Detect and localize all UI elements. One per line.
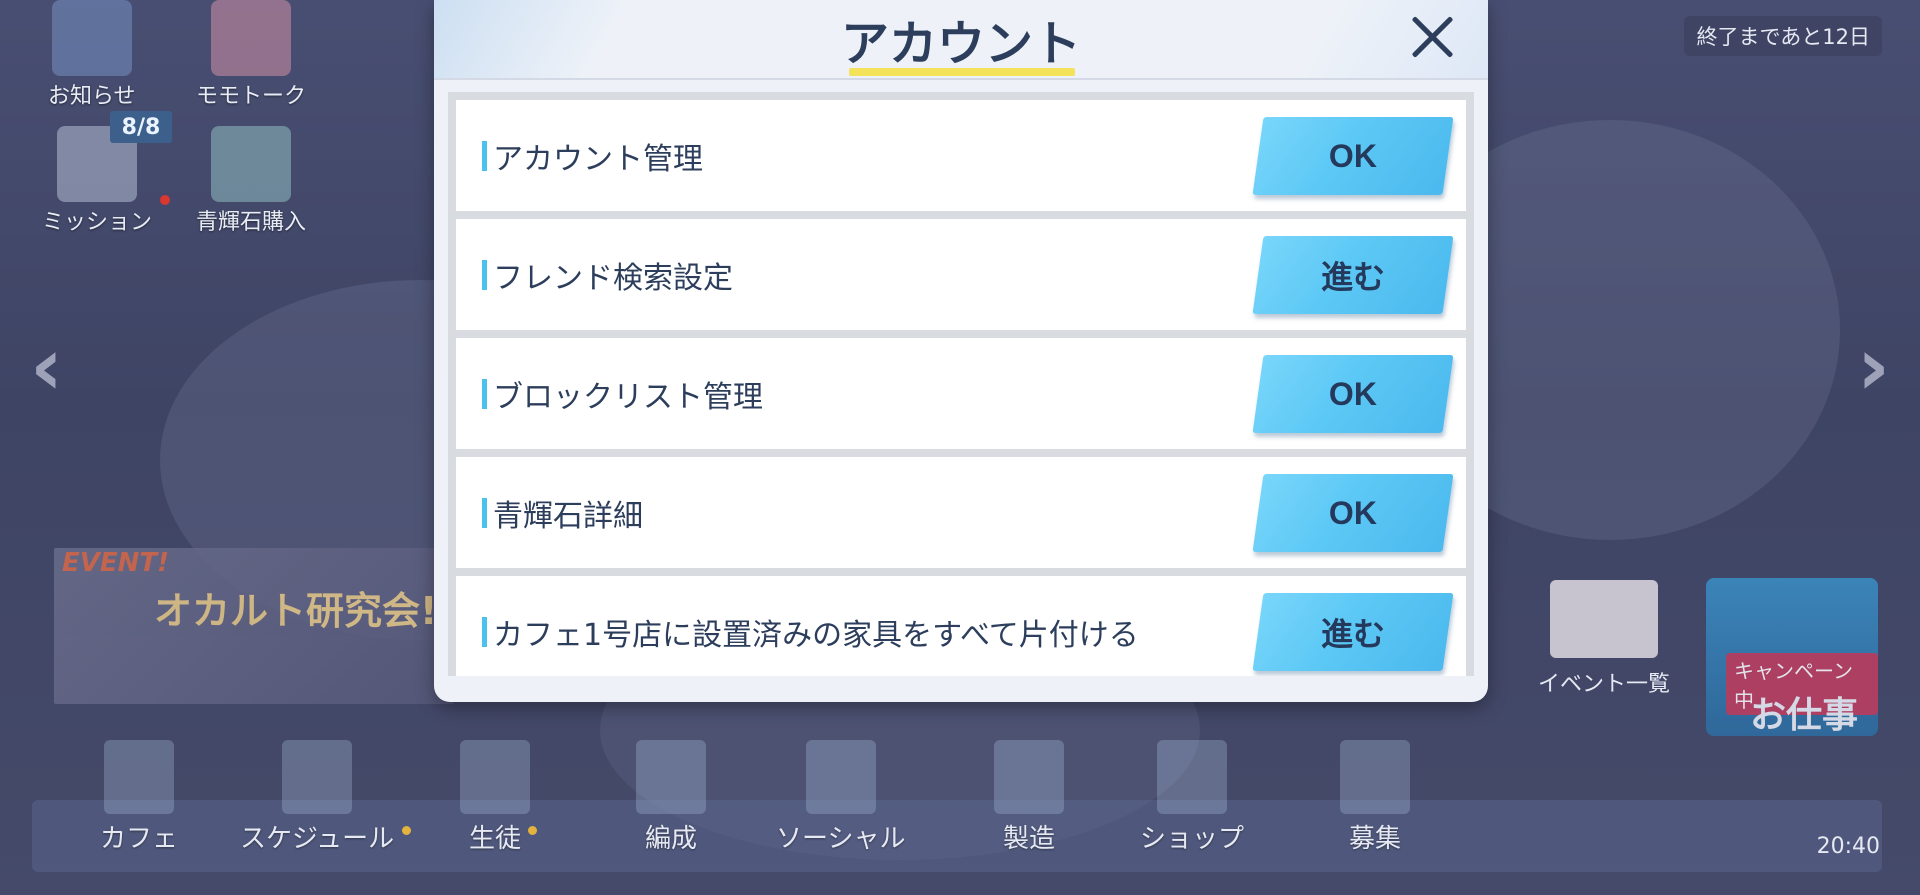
students-notification-dot bbox=[528, 826, 537, 835]
nav-students[interactable]: 生徒 bbox=[460, 740, 530, 855]
event-logo: オカルト研究会! bbox=[154, 589, 438, 633]
row-label-friend-search: フレンド検索設定 bbox=[493, 260, 733, 296]
notice-label: お知らせ bbox=[48, 84, 136, 109]
list-item: フレンド検索設定 進む bbox=[456, 219, 1466, 330]
pyroxene-purchase-button[interactable]: 青輝石購入 bbox=[196, 126, 306, 236]
crafting-icon bbox=[994, 740, 1064, 814]
cafe-cup-icon bbox=[104, 740, 174, 814]
pyroxene-details-button[interactable]: OK bbox=[1252, 473, 1454, 552]
title-underline bbox=[849, 68, 1075, 76]
nav-label: 生徒 bbox=[468, 824, 521, 854]
list-item: カフェ1号店に設置済みの家具をすべて片付ける 進む bbox=[456, 576, 1466, 676]
nav-cafe[interactable]: カフェ bbox=[100, 740, 178, 855]
dialog-header: アカウント bbox=[434, 0, 1488, 80]
nav-label: 募集 bbox=[1348, 824, 1401, 854]
work-button[interactable]: キャンペーン中 お仕事 bbox=[1706, 578, 1878, 736]
row-label-clear-cafe-furniture: カフェ1号店に設置済みの家具をすべて片付ける bbox=[493, 617, 1139, 653]
mission-label: ミッション bbox=[42, 210, 153, 235]
momotalk-button[interactable]: モモトーク bbox=[196, 0, 306, 110]
account-dialog: アカウント アカウント管理 OK フレンド検索設定 進む ブロックリスト管理 O… bbox=[434, 0, 1488, 702]
mission-count-badge: 8/8 bbox=[110, 111, 172, 143]
notice-button[interactable]: お知らせ bbox=[48, 0, 136, 110]
momotalk-icon bbox=[211, 0, 291, 76]
momotalk-label: モモトーク bbox=[196, 84, 307, 109]
list-item: アカウント管理 OK bbox=[456, 100, 1466, 211]
nav-label: カフェ bbox=[100, 824, 179, 854]
formation-board-icon bbox=[636, 740, 706, 814]
shop-icon bbox=[1157, 740, 1227, 814]
nav-shop[interactable]: ショップ bbox=[1140, 740, 1244, 855]
right-arrow-icon[interactable]: › bbox=[1857, 320, 1890, 413]
nav-label: 製造 bbox=[1002, 824, 1055, 854]
mission-notification-dot bbox=[160, 195, 170, 205]
nav-social[interactable]: ソーシャル bbox=[776, 740, 905, 855]
megaphone-icon bbox=[51, 0, 132, 76]
clock: 20:40 bbox=[1816, 834, 1880, 859]
nav-label: 編成 bbox=[644, 824, 697, 854]
blocklist-management-button[interactable]: OK bbox=[1252, 354, 1454, 433]
nav-label: ソーシャル bbox=[776, 824, 906, 854]
event-list-button[interactable]: イベント一覧 bbox=[1530, 580, 1678, 698]
account-options-list: アカウント管理 OK フレンド検索設定 進む ブロックリスト管理 OK 青輝石詳… bbox=[448, 92, 1474, 676]
event-banner[interactable]: EVENT! オカルト研究会! bbox=[54, 548, 454, 704]
nav-crafting[interactable]: 製造 bbox=[994, 740, 1064, 855]
nav-label: ショップ bbox=[1140, 824, 1245, 854]
list-item: 青輝石詳細 OK bbox=[456, 457, 1466, 568]
nav-formation[interactable]: 編成 bbox=[636, 740, 706, 855]
event-list-label: イベント一覧 bbox=[1537, 672, 1670, 697]
nav-label: スケジュール bbox=[240, 824, 395, 854]
list-item: ブロックリスト管理 OK bbox=[456, 338, 1466, 449]
dialog-title: アカウント bbox=[840, 16, 1081, 72]
account-management-button[interactable]: OK bbox=[1252, 116, 1454, 195]
row-label-account-management: アカウント管理 bbox=[493, 141, 703, 177]
clear-cafe-furniture-button[interactable]: 進む bbox=[1252, 592, 1454, 671]
friend-search-settings-button[interactable]: 進む bbox=[1252, 235, 1454, 314]
work-label: お仕事 bbox=[1750, 695, 1859, 736]
social-chat-icon bbox=[805, 740, 876, 814]
row-label-pyroxene-details: 青輝石詳細 bbox=[493, 498, 643, 534]
pyroxene-bag-icon bbox=[211, 126, 291, 202]
student-file-icon bbox=[460, 740, 530, 814]
nav-schedule[interactable]: スケジュール bbox=[240, 740, 394, 855]
schedule-building-icon bbox=[282, 740, 353, 814]
event-days-left: 終了まであと12日 bbox=[1684, 16, 1882, 56]
event-tag: EVENT! bbox=[62, 548, 169, 578]
pyroxene-label: 青輝石購入 bbox=[196, 210, 307, 235]
nav-recruit[interactable]: 募集 bbox=[1340, 740, 1410, 855]
row-label-blocklist: ブロックリスト管理 bbox=[493, 379, 763, 415]
left-arrow-icon[interactable]: ‹ bbox=[30, 320, 63, 413]
recruit-icon bbox=[1340, 740, 1410, 814]
schedule-notification-dot bbox=[402, 826, 411, 835]
calendar-icon bbox=[1550, 580, 1658, 658]
close-icon[interactable] bbox=[1406, 10, 1458, 62]
